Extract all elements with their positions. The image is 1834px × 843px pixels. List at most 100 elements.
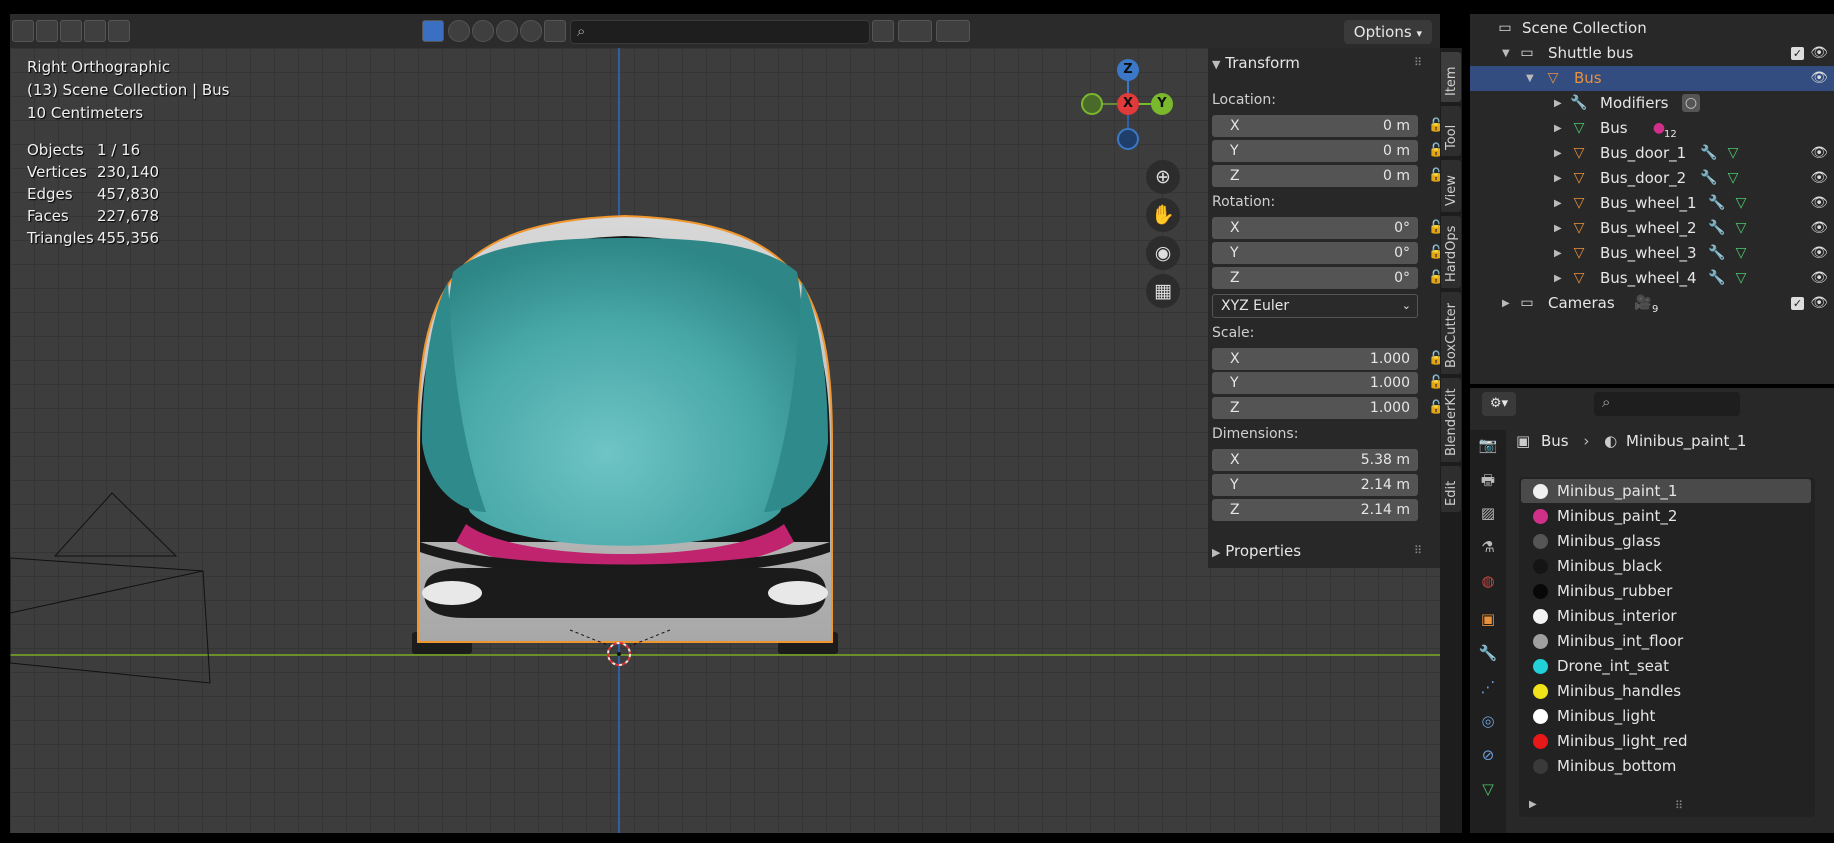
mesh-data-icon[interactable]: ▽: [1732, 194, 1750, 212]
view-layer-tab-icon[interactable]: ▨: [1478, 504, 1498, 524]
expand-right-icon[interactable]: ▶: [1529, 799, 1537, 810]
expand-right-icon[interactable]: ▶: [1502, 291, 1510, 316]
shading-material-icon[interactable]: [496, 20, 518, 42]
list-item[interactable]: Minibus_light_red: [1521, 729, 1811, 753]
camera-object[interactable]: [10, 438, 230, 688]
gizmo-z-axis[interactable]: Z: [1117, 59, 1139, 81]
outliner-row-bus-wheel-1[interactable]: ▶ ▽ Bus_wheel_1 🔧 ▽ 👁: [1470, 191, 1834, 216]
drag-handle-icon[interactable]: ⠿: [1414, 544, 1422, 557]
camera-view-icon[interactable]: ◉: [1146, 236, 1180, 270]
expand-right-icon[interactable]: ▶: [1554, 116, 1562, 141]
dimensions-z-field[interactable]: Z 2.14 m: [1212, 499, 1418, 521]
select-subtract-icon[interactable]: [60, 20, 82, 42]
outliner-row-bus-wheel-4[interactable]: ▶ ▽ Bus_wheel_4 🔧 ▽ 👁: [1470, 266, 1834, 291]
shading-wireframe-icon[interactable]: [448, 20, 470, 42]
select-intersect-icon[interactable]: [108, 20, 130, 42]
list-item[interactable]: Minibus_paint_2: [1521, 504, 1811, 528]
grid-view-icon[interactable]: ▦: [1146, 274, 1180, 308]
constraints-tab-icon[interactable]: ⊘: [1478, 746, 1498, 766]
eye-icon[interactable]: 👁: [1810, 66, 1828, 91]
rotation-x-field[interactable]: X 0°: [1212, 217, 1418, 239]
chevron-down-icon[interactable]: [872, 20, 894, 42]
location-x-field[interactable]: X0 m: [1212, 115, 1418, 137]
rotation-z-field[interactable]: Z 0°: [1212, 267, 1418, 289]
list-item[interactable]: Minibus_paint_1: [1521, 479, 1811, 503]
3d-cursor[interactable]: [570, 628, 670, 678]
particles-tab-icon[interactable]: ⋰: [1478, 678, 1498, 698]
xray-toggle-icon[interactable]: [422, 20, 444, 42]
scene-tab-icon[interactable]: ⚗: [1478, 538, 1498, 558]
wrench-icon[interactable]: 🔧: [1708, 244, 1726, 262]
eye-icon[interactable]: 👁: [1810, 166, 1828, 191]
options-dropdown[interactable]: Options ▾: [1343, 20, 1432, 44]
editor-type-icon[interactable]: ⚙▾: [1482, 392, 1516, 416]
outliner-display-icon[interactable]: [898, 20, 932, 42]
tab-boxcutter[interactable]: BoxCutter: [1441, 292, 1461, 374]
mesh-data-icon[interactable]: ▽: [1724, 169, 1742, 187]
expand-right-icon[interactable]: ▶: [1554, 191, 1562, 216]
outliner-row-modifiers[interactable]: ▶ 🔧 Modifiers ○: [1470, 91, 1834, 116]
expand-down-icon[interactable]: ▼: [1526, 66, 1534, 91]
tab-edit[interactable]: Edit: [1441, 466, 1461, 512]
dimensions-y-field[interactable]: Y 2.14 m: [1212, 474, 1418, 496]
eye-icon[interactable]: 👁: [1810, 216, 1828, 241]
rotation-mode-select[interactable]: XYZ Euler ⌄: [1212, 294, 1418, 318]
checkbox-icon[interactable]: ✓: [1791, 297, 1804, 310]
tab-view[interactable]: View: [1441, 160, 1461, 212]
wrench-icon[interactable]: 🔧: [1700, 144, 1718, 162]
expand-right-icon[interactable]: ▶: [1554, 91, 1562, 116]
physics-tab-icon[interactable]: ◎: [1478, 712, 1498, 732]
shading-solid-icon[interactable]: [472, 20, 494, 42]
expand-right-icon[interactable]: ▶: [1554, 216, 1562, 241]
modifier-icon[interactable]: ○: [1682, 94, 1700, 112]
scale-z-field[interactable]: Z 1.000: [1212, 397, 1418, 419]
location-y-field[interactable]: Y0 m: [1212, 140, 1418, 162]
zoom-icon[interactable]: ⊕: [1146, 160, 1180, 194]
gizmo-neg-z-axis[interactable]: [1117, 128, 1139, 150]
outliner-row-scene-collection[interactable]: ▭ Scene Collection: [1470, 16, 1834, 41]
list-item[interactable]: Minibus_glass: [1521, 529, 1811, 553]
output-tab-icon[interactable]: 🖶: [1478, 470, 1498, 490]
mesh-data-icon[interactable]: ▽: [1732, 269, 1750, 287]
location-z-field[interactable]: Z0 m: [1212, 165, 1418, 187]
list-item[interactable]: Minibus_interior: [1521, 604, 1811, 628]
wrench-icon[interactable]: 🔧: [1708, 194, 1726, 212]
expand-right-icon[interactable]: ▶: [1554, 266, 1562, 291]
list-item[interactable]: Minibus_int_floor: [1521, 629, 1811, 653]
eye-icon[interactable]: 👁: [1810, 41, 1828, 66]
shading-rendered-icon[interactable]: [520, 20, 542, 42]
filter-icon[interactable]: [936, 20, 970, 42]
object-tab-icon[interactable]: ▣: [1478, 610, 1498, 630]
outliner-row-bus[interactable]: ▼ ▽ Bus 👁: [1470, 66, 1834, 91]
expand-right-icon[interactable]: ▶: [1554, 241, 1562, 266]
eye-icon[interactable]: 👁: [1810, 141, 1828, 166]
viewport-search-input[interactable]: ⌕: [570, 20, 870, 44]
pan-hand-icon[interactable]: ✋: [1146, 198, 1180, 232]
world-tab-icon[interactable]: ◍: [1478, 572, 1498, 592]
select-extend-icon[interactable]: [36, 20, 58, 42]
tab-hardops[interactable]: HardOps: [1441, 216, 1461, 288]
list-item[interactable]: Minibus_light: [1521, 704, 1811, 728]
list-item[interactable]: Minibus_bottom: [1521, 754, 1811, 778]
bus-object[interactable]: [408, 212, 842, 654]
properties-panel-header[interactable]: ▶ Properties: [1212, 542, 1301, 560]
properties-search-input[interactable]: ⌕: [1594, 392, 1740, 416]
outliner-row-cameras[interactable]: ▶ ▭ Cameras 🎥 9 ✓ 👁: [1470, 291, 1834, 316]
eye-icon[interactable]: 👁: [1810, 191, 1828, 216]
wrench-icon[interactable]: 🔧: [1708, 269, 1726, 287]
rotation-y-field[interactable]: Y 0°: [1212, 242, 1418, 264]
select-box-icon[interactable]: [12, 20, 34, 42]
wrench-icon[interactable]: 🔧: [1708, 219, 1726, 237]
checkbox-icon[interactable]: ✓: [1791, 47, 1804, 60]
tab-item[interactable]: Item: [1441, 52, 1461, 102]
gizmo-neg-y-axis[interactable]: [1081, 93, 1103, 115]
eye-icon[interactable]: 👁: [1810, 266, 1828, 291]
mesh-data-icon[interactable]: ▽: [1732, 244, 1750, 262]
outliner-row-bus-door-2[interactable]: ▶ ▽ Bus_door_2 🔧 ▽ 👁: [1470, 166, 1834, 191]
wrench-icon[interactable]: 🔧: [1700, 169, 1718, 187]
gizmo-y-axis[interactable]: Y: [1151, 93, 1173, 115]
expand-down-icon[interactable]: ▼: [1502, 41, 1510, 66]
eye-icon[interactable]: 👁: [1810, 291, 1828, 316]
select-invert-icon[interactable]: [84, 20, 106, 42]
list-item[interactable]: Drone_int_seat: [1521, 654, 1811, 678]
